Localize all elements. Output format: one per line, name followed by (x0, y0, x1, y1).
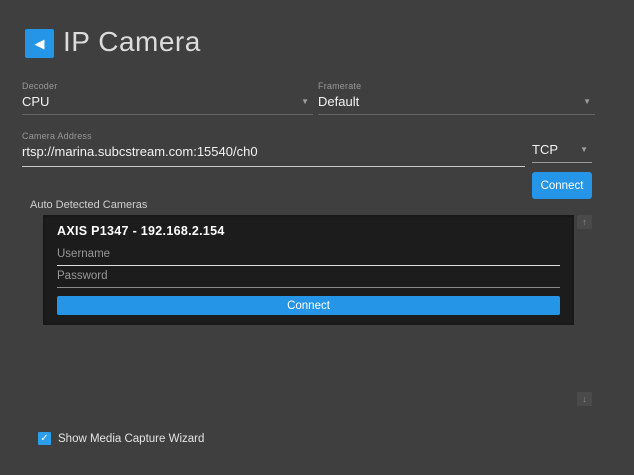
camera-address-group: Camera Address (22, 131, 525, 167)
back-arrow-icon: ◀ (35, 37, 45, 50)
show-wizard-checkbox-row[interactable]: ✓ Show Media Capture Wizard (38, 432, 204, 445)
framerate-dropdown[interactable]: Framerate Default ▼ (318, 81, 595, 115)
scroll-up-button[interactable]: ↑ (577, 215, 592, 229)
arrow-up-icon: ↑ (582, 217, 587, 227)
transport-value: TCP (532, 142, 592, 157)
arrow-down-icon: ↓ (582, 394, 587, 404)
auto-detected-cameras-label: Auto Detected Cameras (30, 199, 147, 211)
decoder-label: Decoder (22, 81, 313, 91)
framerate-value: Default (318, 94, 595, 109)
framerate-label: Framerate (318, 81, 595, 91)
camera-address-label: Camera Address (22, 131, 525, 141)
page-title: IP Camera (63, 26, 201, 58)
back-button[interactable]: ◀ (25, 29, 54, 58)
scroll-down-button[interactable]: ↓ (577, 392, 592, 406)
camera-connect-button[interactable]: Connect (57, 296, 560, 315)
password-input[interactable] (57, 266, 560, 288)
transport-dropdown[interactable]: TCP ▼ (532, 142, 592, 163)
check-icon: ✓ (40, 434, 48, 444)
camera-address-input[interactable] (22, 144, 525, 159)
decoder-value: CPU (22, 94, 313, 109)
show-wizard-label: Show Media Capture Wizard (58, 433, 204, 445)
detected-camera-card: AXIS P1347 - 192.168.2.154 Connect (45, 217, 572, 323)
decoder-dropdown[interactable]: Decoder CPU ▼ (22, 81, 313, 115)
checkbox-checked[interactable]: ✓ (38, 432, 51, 445)
username-input[interactable] (57, 244, 560, 266)
detected-camera-title: AXIS P1347 - 192.168.2.154 (57, 224, 560, 238)
connect-button[interactable]: Connect (532, 172, 592, 199)
